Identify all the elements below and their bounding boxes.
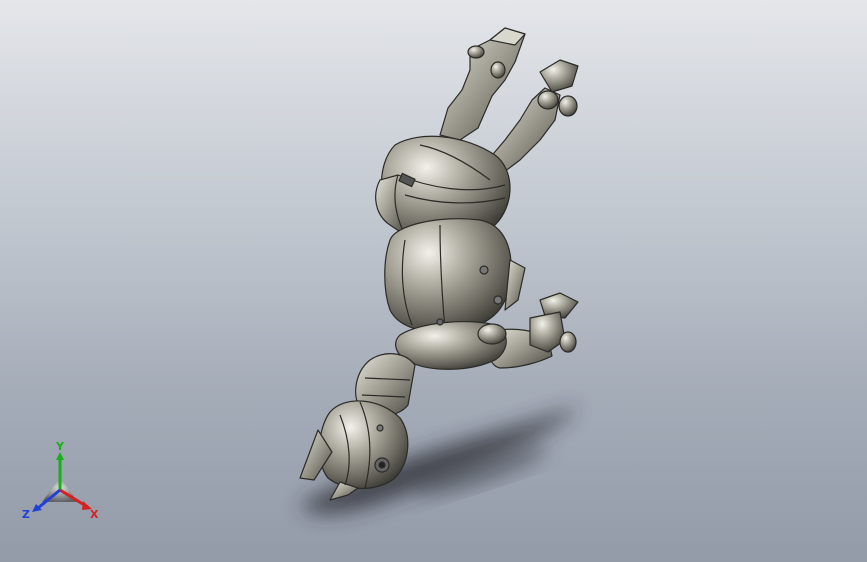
z-axis-label: Z <box>22 508 30 521</box>
y-axis-arrow <box>56 452 64 460</box>
torso <box>384 218 512 333</box>
rear-leg-left <box>439 27 526 141</box>
orientation-triad[interactable]: Y X Z <box>20 440 110 530</box>
y-axis-label: Y <box>55 440 65 453</box>
x-axis-label: X <box>90 508 99 521</box>
graphics-viewport[interactable]: Y X Z <box>0 0 867 562</box>
robot-dog-3d-model[interactable] <box>0 0 867 562</box>
